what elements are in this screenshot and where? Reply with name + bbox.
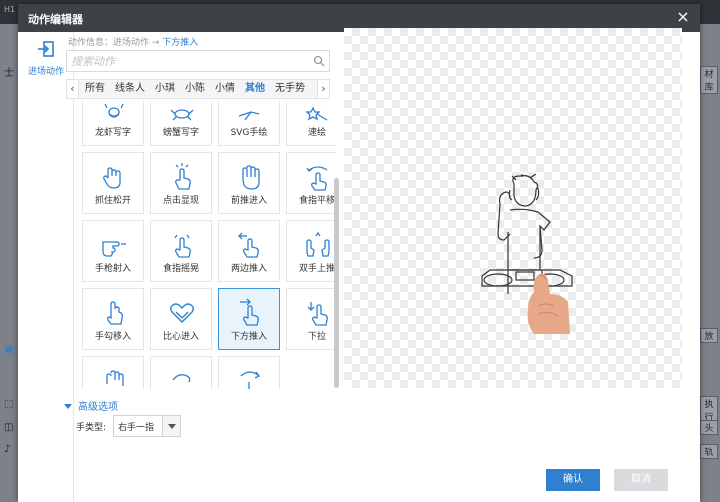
tap-hand-icon (175, 163, 191, 190)
breadcrumb-prefix: 动作信息：进场动作 (68, 38, 150, 48)
lobster-icon (104, 103, 124, 118)
finger-wave-icon (174, 234, 191, 258)
side-push-hand-icon (238, 232, 259, 258)
finger-slide-icon (306, 166, 328, 191)
background-heading-marker: H1 (4, 5, 16, 14)
curl-hand-icon (172, 374, 191, 383)
action-card-hook-in[interactable]: 手勾移入 (82, 288, 144, 350)
action-card-crab[interactable]: 螃蟹写字 (150, 101, 212, 146)
action-label: 点击显现 (162, 196, 199, 206)
background-right-item: 放 (700, 328, 718, 343)
background-right-item: 材库 (700, 66, 718, 94)
tab-other[interactable]: 其他 (245, 80, 265, 98)
action-card-push-forward[interactable]: 前推进入 (218, 152, 280, 214)
heart-hands-icon (170, 303, 194, 323)
hand-type-value: 右手一指 (118, 423, 155, 433)
action-card-curl[interactable] (150, 356, 212, 389)
breadcrumb-separator: → (149, 38, 163, 48)
rotate-hand-icon (240, 371, 260, 389)
action-label: 前推进入 (230, 196, 267, 206)
action-label: 双手上推 (298, 264, 335, 274)
background-tool-2: ▣ (4, 344, 14, 355)
pen-hand-icon (238, 111, 260, 121)
search-input[interactable] (71, 53, 307, 69)
chevron-down-icon[interactable] (162, 416, 180, 436)
background-right-item: 头 (700, 420, 718, 435)
action-card-lobster[interactable]: 龙虾写字 (82, 101, 144, 146)
push-forward-hand-icon (242, 165, 260, 190)
action-label: 食指摇晃 (162, 264, 199, 274)
background-tool-4: ◫ (4, 422, 14, 433)
action-card-finger-slide[interactable]: 食指平移 (286, 152, 336, 214)
action-label: 速绘 (307, 128, 326, 138)
preview-canvas (344, 28, 682, 388)
action-label: 下拉 (307, 332, 326, 342)
action-label: 手勾移入 (94, 332, 131, 342)
cancel-button[interactable]: 取消 (614, 469, 668, 491)
background-tool-3: ⬚ (4, 399, 14, 410)
background-left-toolbar: 士 ▣ ⬚ ◫ ♪ (0, 24, 18, 502)
action-label: 比心进入 (162, 332, 199, 342)
tab-xiaoqian[interactable]: 小倩 (215, 80, 235, 98)
tab-no-gesture[interactable]: 无手势 (275, 80, 305, 98)
action-card-tap-reveal[interactable]: 点击显现 (150, 152, 212, 214)
hook-hand-icon (107, 301, 123, 325)
advanced-options-toggle[interactable]: 高级选项 (64, 398, 118, 413)
action-label: 抓住松开 (94, 196, 131, 206)
action-label: 螃蟹写字 (162, 128, 199, 138)
confirm-button[interactable]: 确认 (546, 469, 600, 491)
action-card-heart-in[interactable]: 比心进入 (150, 288, 212, 350)
action-label: 手枪射入 (94, 264, 131, 274)
push-up-hand-icon (240, 298, 259, 326)
action-label: 下方推入 (230, 332, 267, 342)
category-tabs: ‹ 所有 线条人 小琪 小陈 小倩 其他 无手势 › (66, 79, 330, 99)
action-grid: 龙虾写字 螃蟹写字 SVG手绘 速绘 抓住松开 点击显现 前推进入 食指平移 手… (64, 101, 336, 389)
close-icon[interactable]: × (674, 7, 692, 27)
hand-type-label: 手类型: (76, 423, 107, 433)
tab-xiaochen[interactable]: 小陈 (185, 80, 205, 98)
search-box (66, 50, 330, 72)
action-card-side-push[interactable]: 两边推入 (218, 220, 280, 282)
pull-down-hand-icon (307, 302, 328, 326)
tab-stick-figure[interactable]: 线条人 (115, 80, 145, 98)
tab-xiaoqi[interactable]: 小琪 (155, 80, 175, 98)
action-grid-scrollbar[interactable] (334, 178, 339, 388)
action-card-rotate[interactable] (218, 356, 280, 389)
breadcrumb: 动作信息：进场动作 → 下方推入 (68, 35, 198, 48)
crab-icon (170, 109, 194, 121)
background-right-panel: 材库 放 执行 头 轨 (698, 24, 720, 502)
enter-icon (38, 41, 54, 57)
action-label: SVG手绘 (230, 128, 268, 138)
action-card-two-hands-up[interactable]: 双手上推 (286, 220, 336, 282)
action-label: 龙虾写字 (94, 128, 131, 138)
action-card-grab-release[interactable]: 抓住松开 (82, 152, 144, 214)
palm-hand-icon (106, 370, 124, 386)
hand-type-select[interactable]: 右手一指 (113, 415, 181, 437)
tabs-prev-arrow[interactable]: ‹ (67, 80, 79, 98)
action-card-speed-draw[interactable]: 速绘 (286, 101, 336, 146)
advanced-options-label: 高级选项 (78, 402, 118, 413)
dj-character-illustration (481, 174, 573, 334)
action-card-push-from-bottom[interactable]: 下方推入 (218, 288, 280, 350)
action-label: 两边推入 (230, 264, 267, 274)
grab-hand-icon (103, 167, 121, 189)
tab-all[interactable]: 所有 (85, 80, 105, 98)
action-card-pull-down[interactable]: 下拉 (286, 288, 336, 350)
breadcrumb-current: 下方推入 (162, 38, 199, 48)
dialog-title: 动作编辑器 (28, 13, 83, 26)
action-card-pistol[interactable]: 手枪射入 (82, 220, 144, 282)
background-tool-5: ♪ (4, 444, 11, 455)
tabs-next-arrow[interactable]: › (317, 80, 329, 98)
action-card-svg-draw[interactable]: SVG手绘 (218, 101, 280, 146)
star-wand-icon (305, 106, 328, 121)
pistol-hand-icon (102, 241, 126, 257)
search-icon[interactable] (313, 55, 325, 67)
action-card-finger-wave[interactable]: 食指摇晃 (150, 220, 212, 282)
action-label: 食指平移 (298, 196, 335, 206)
two-hands-up-icon (306, 231, 330, 257)
action-card-palm[interactable] (82, 356, 144, 389)
expand-triangle-icon (64, 404, 72, 409)
background-right-item: 轨 (700, 444, 718, 459)
background-tool-1: 士 (4, 68, 14, 79)
